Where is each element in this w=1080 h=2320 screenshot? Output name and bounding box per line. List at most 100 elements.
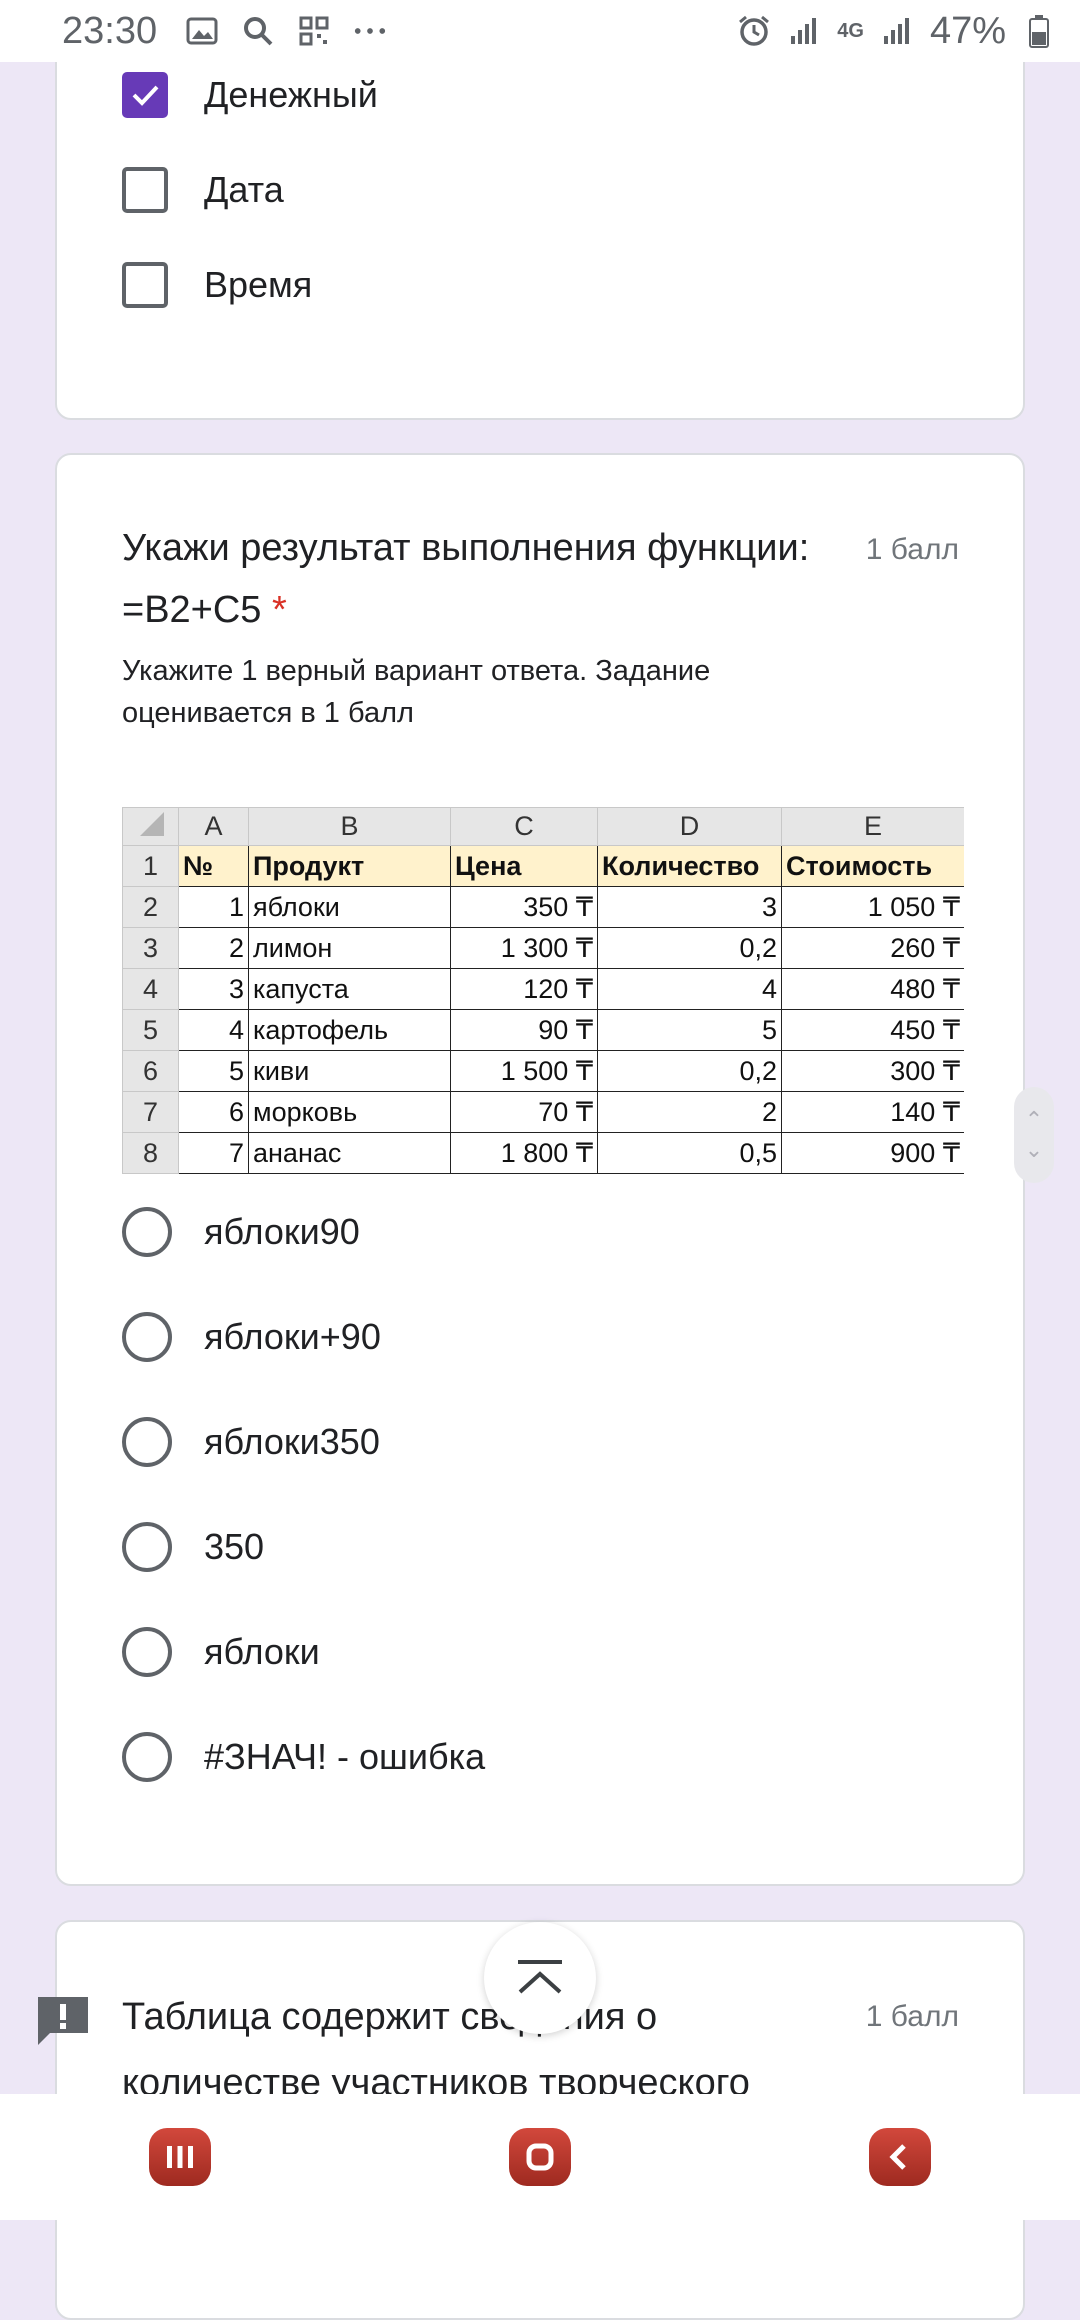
table-header-row: 1 № Продукт Цена Количество Стоимость bbox=[122, 845, 964, 887]
radio-option[interactable]: яблоки+90 bbox=[122, 1312, 381, 1362]
table-cell: ананас bbox=[248, 1132, 451, 1174]
header-cell: Стоимость bbox=[781, 845, 964, 887]
table-cell: 3 bbox=[597, 886, 782, 928]
recent-apps-button[interactable] bbox=[149, 2128, 211, 2186]
home-button[interactable] bbox=[509, 2128, 571, 2186]
radio-label: яблоки90 bbox=[204, 1211, 360, 1252]
table-cell: 5 bbox=[178, 1050, 249, 1092]
radio-button[interactable] bbox=[122, 1522, 172, 1572]
table-cell: 0,2 bbox=[597, 1050, 782, 1092]
more-icon bbox=[353, 14, 387, 48]
radio-option[interactable]: яблоки bbox=[122, 1627, 320, 1677]
spreadsheet-table: A B C D E 1 № Продукт Цена Количество Ст… bbox=[122, 807, 964, 1174]
sheet-corner bbox=[122, 807, 179, 846]
table-cell: 0,2 bbox=[597, 927, 782, 969]
table-cell: 5 bbox=[597, 1009, 782, 1051]
radio-label: яблоки350 bbox=[204, 1421, 380, 1462]
scroll-handle[interactable]: ⌃ ⌄ bbox=[1014, 1087, 1054, 1183]
checkbox-unchecked[interactable] bbox=[122, 167, 168, 213]
table-cell: капуста bbox=[248, 968, 451, 1010]
row-number: 8 bbox=[122, 1132, 179, 1174]
checkbox-option[interactable]: Денежный bbox=[122, 72, 378, 118]
row-number: 4 bbox=[122, 968, 179, 1010]
recent-apps-icon bbox=[167, 2146, 193, 2168]
radio-label: яблоки+90 bbox=[204, 1316, 381, 1357]
table-cell: киви bbox=[248, 1050, 451, 1092]
question-points: 1 балл bbox=[865, 533, 959, 566]
alarm-icon bbox=[737, 14, 771, 48]
table-cell: 70 ₸ bbox=[450, 1091, 598, 1133]
signal-icon bbox=[880, 14, 914, 48]
search-icon bbox=[241, 14, 275, 48]
table-cell: 90 ₸ bbox=[450, 1009, 598, 1051]
checkbox-option[interactable]: Дата bbox=[122, 167, 284, 213]
check-icon bbox=[132, 85, 159, 106]
table-cell: 6 bbox=[178, 1091, 249, 1133]
table-cell: 450 ₸ bbox=[781, 1009, 964, 1051]
column-header: D bbox=[597, 807, 782, 846]
table-cell: 0,5 bbox=[597, 1132, 782, 1174]
table-cell: 140 ₸ bbox=[781, 1091, 964, 1133]
checkbox-label: Дата bbox=[204, 169, 284, 210]
checkbox-label: Денежный bbox=[204, 74, 378, 115]
table-cell: 1 800 ₸ bbox=[450, 1132, 598, 1174]
table-cell: 3 bbox=[178, 968, 249, 1010]
qr-icon bbox=[297, 14, 331, 48]
column-header: E bbox=[781, 807, 964, 846]
radio-button[interactable] bbox=[122, 1207, 172, 1257]
table-cell: 2 bbox=[178, 927, 249, 969]
row-number: 5 bbox=[122, 1009, 179, 1051]
table-cell: 120 ₸ bbox=[450, 968, 598, 1010]
radio-option[interactable]: 350 bbox=[122, 1522, 264, 1572]
column-header-row: A B C D E bbox=[122, 807, 964, 846]
radio-option[interactable]: яблоки90 bbox=[122, 1207, 360, 1257]
radio-option[interactable]: #ЗНАЧ! - ошибка bbox=[122, 1732, 485, 1782]
table-cell: 1 300 ₸ bbox=[450, 927, 598, 969]
required-asterisk: * bbox=[272, 589, 287, 631]
chevron-up-icon: ⌃ bbox=[1024, 1107, 1044, 1132]
radio-button[interactable] bbox=[122, 1627, 172, 1677]
table-cell: 2 bbox=[597, 1091, 782, 1133]
home-icon bbox=[526, 2143, 554, 2171]
network-type-label: 4G bbox=[837, 20, 864, 42]
table-cell: 480 ₸ bbox=[781, 968, 964, 1010]
back-button[interactable] bbox=[869, 2128, 931, 2186]
table-row: 5 4 картофель 90 ₸ 5 450 ₸ bbox=[122, 1009, 964, 1051]
radio-label: яблоки bbox=[204, 1631, 320, 1672]
checkbox-checked[interactable] bbox=[122, 72, 168, 118]
header-cell: Цена bbox=[450, 845, 598, 887]
radio-option[interactable]: яблоки350 bbox=[122, 1417, 380, 1467]
radio-label: 350 bbox=[204, 1526, 265, 1567]
table-row: 3 2 лимон 1 300 ₸ 0,2 260 ₸ bbox=[122, 927, 964, 969]
table-cell: 300 ₸ bbox=[781, 1050, 964, 1092]
radio-button[interactable] bbox=[122, 1417, 172, 1467]
report-icon[interactable] bbox=[36, 1995, 90, 2047]
checkbox-unchecked[interactable] bbox=[122, 262, 168, 308]
table-row: 6 5 киви 1 500 ₸ 0,2 300 ₸ bbox=[122, 1050, 964, 1092]
radio-button[interactable] bbox=[122, 1312, 172, 1362]
checkbox-option[interactable]: Время bbox=[122, 262, 312, 308]
question-description: Укажите 1 верный вариант ответа. Задание… bbox=[122, 655, 711, 729]
radio-button[interactable] bbox=[122, 1732, 172, 1782]
row-number: 6 bbox=[122, 1050, 179, 1092]
table-cell: 1 bbox=[178, 886, 249, 928]
table-row: 2 1 яблоки 350 ₸ 3 1 050 ₸ bbox=[122, 886, 964, 928]
table-cell: 260 ₸ bbox=[781, 927, 964, 969]
question-card-previous: Денежный Дата Время bbox=[55, 0, 1025, 420]
table-cell: 4 bbox=[597, 968, 782, 1010]
question-title: Укажи результат выполнения функции: =B2+… bbox=[122, 517, 822, 641]
chevron-down-icon: ⌄ bbox=[1024, 1137, 1044, 1162]
question-points: 1 балл bbox=[865, 2000, 959, 2033]
row-number: 7 bbox=[122, 1091, 179, 1133]
scroll-to-top-button[interactable] bbox=[484, 1922, 596, 2034]
header-cell: Продукт bbox=[248, 845, 451, 887]
row-number: 3 bbox=[122, 927, 179, 969]
clock: 23:30 bbox=[62, 9, 158, 52]
arrow-up-icon bbox=[518, 1960, 562, 1994]
column-header: B bbox=[248, 807, 451, 846]
table-cell: картофель bbox=[248, 1009, 451, 1051]
header-cell: № bbox=[178, 845, 249, 887]
table-cell: яблоки bbox=[248, 886, 451, 928]
question-title-text: Укажи результат выполнения функции: =B2+… bbox=[122, 527, 810, 631]
table-cell: 1 500 ₸ bbox=[450, 1050, 598, 1092]
